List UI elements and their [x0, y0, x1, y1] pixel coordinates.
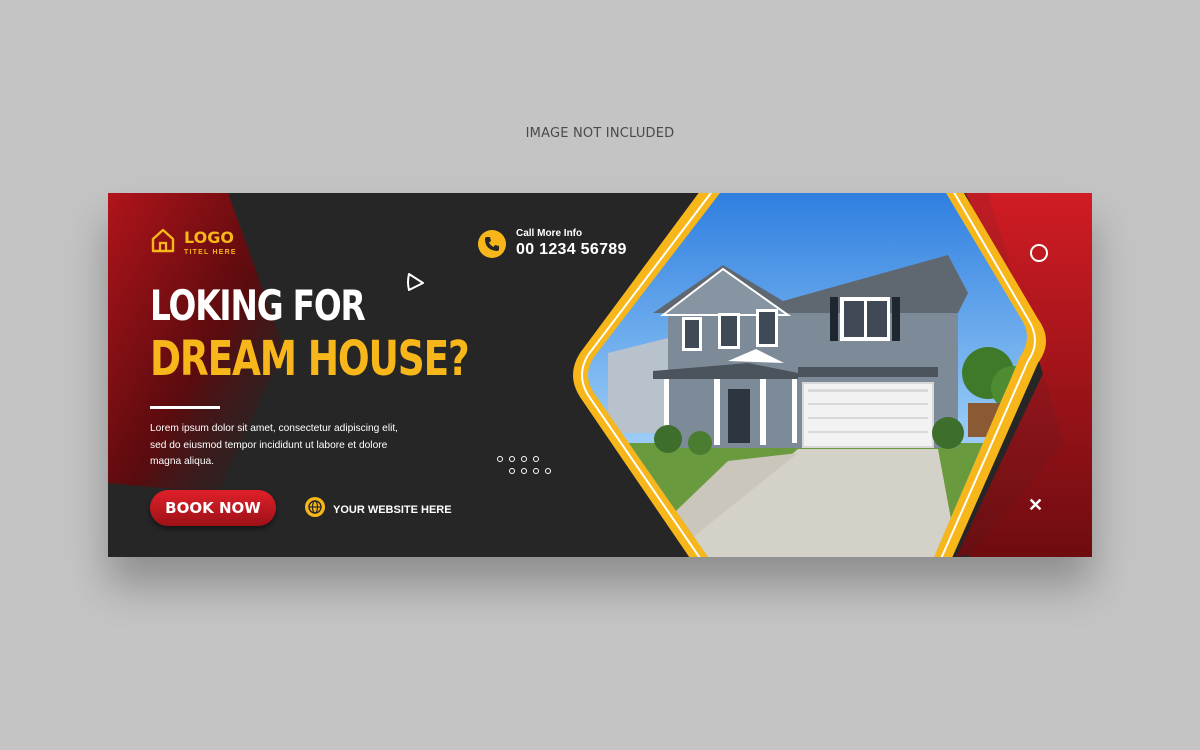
house-logo-icon [150, 227, 176, 258]
phone-icon [478, 229, 506, 258]
call-label: Call More Info [516, 228, 583, 239]
body-text: Lorem ipsum dolor sit amet, consectetur … [150, 423, 399, 467]
book-now-button[interactable]: BOOK NOW [150, 490, 276, 526]
circle-icon [1030, 244, 1048, 262]
website-link[interactable]: YOUR WEBSITE HERE [304, 496, 452, 523]
website-label: YOUR WEBSITE HERE [333, 503, 452, 516]
dots-pattern [496, 455, 556, 484]
close-icon: ✕ [1028, 495, 1044, 515]
image-not-included-note: IMAGE NOT INCLUDED [525, 126, 675, 141]
logo-subtitle: TITEL HERE [184, 248, 237, 256]
globe-icon [304, 496, 326, 523]
brand-logo[interactable]: LOGO TITEL HERE [150, 227, 237, 258]
web-banner: LOGO TITEL HERE LOKING FOR DREAM HOUSE? … [108, 193, 1092, 557]
logo-title: LOGO [184, 227, 234, 247]
headline-line-2: DREAM HOUSE? [150, 331, 470, 387]
phone-number: 00 1234 56789 [516, 241, 627, 258]
headline: LOKING FOR DREAM HOUSE? [150, 281, 558, 387]
call-info[interactable]: Call More Info 00 1234 56789 [478, 228, 627, 259]
headline-divider [150, 406, 220, 409]
headline-line-1: LOKING FOR [150, 281, 366, 330]
